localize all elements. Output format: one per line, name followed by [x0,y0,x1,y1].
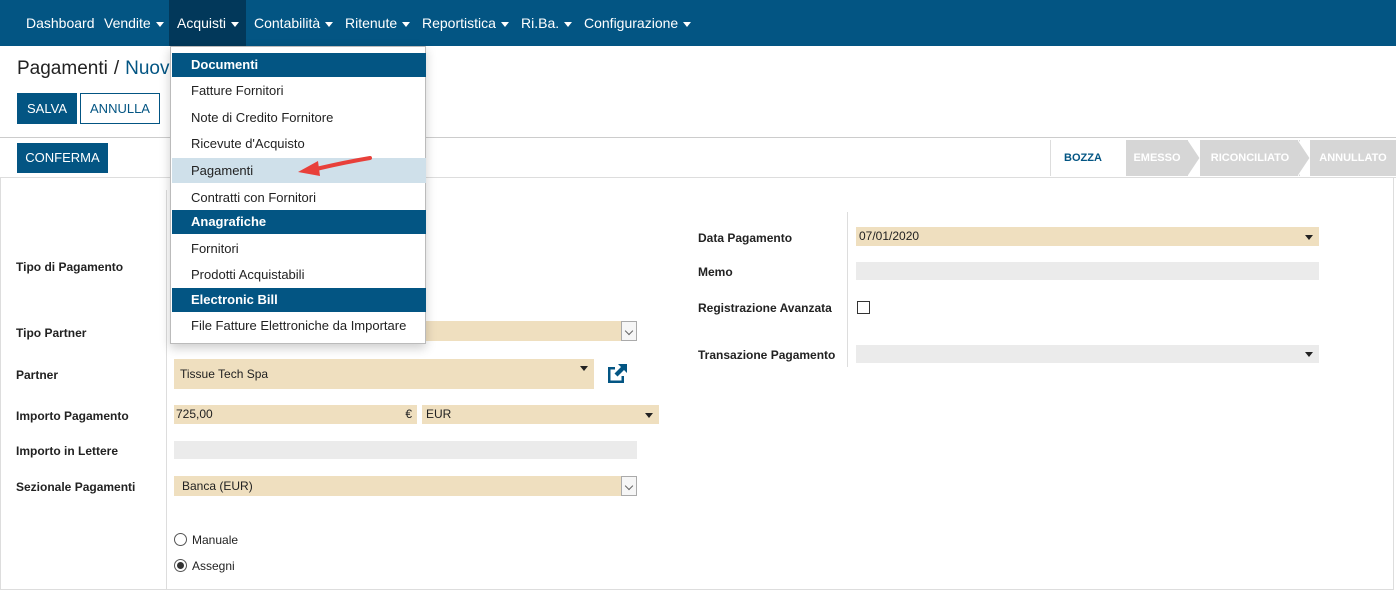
nav-acquisti[interactable]: Acquisti [169,0,246,46]
nav-label: Vendite [104,15,151,31]
memo-field[interactable] [856,262,1319,280]
nav-label: Acquisti [177,15,227,31]
column-divider [166,190,167,590]
status-chevron-icon [1298,140,1310,176]
caret-down-icon [1305,352,1313,357]
menu-item-note-credito[interactable]: Note di Credito Fornitore [172,105,426,130]
nav-label: Dashboard [26,15,95,31]
status-reconciled: RICONCILIATO [1200,140,1300,176]
menu-section-electronic-bill: Electronic Bill [172,288,426,312]
data-pagamento-field[interactable]: 07/01/2020 [856,227,1319,246]
tipo-partner-label: Tipo Partner [16,326,87,340]
partner-label: Partner [16,368,59,382]
status-issued: EMESSO [1126,140,1188,176]
discard-button[interactable]: ANNULLA [80,93,160,124]
nav-contabilita[interactable]: Contabilità [254,0,334,46]
status-chevron-icon [1188,140,1200,176]
menu-item-fornitori[interactable]: Fornitori [172,236,426,261]
euro-symbol: € [405,407,412,421]
breadcrumb: Pagamenti / Nuovo [17,58,180,80]
menu-item-fatture-fornitori[interactable]: Fatture Fornitori [172,78,426,103]
column-divider [847,212,848,367]
caret-down-icon [564,21,573,27]
nav-label: Reportistica [422,15,496,31]
nav-ritenute[interactable]: Ritenute [345,0,411,46]
nav-label: Configurazione [584,15,679,31]
menu-item-contratti[interactable]: Contratti con Fornitori [172,185,426,210]
caret-down-icon [645,412,653,418]
external-link-icon[interactable] [605,363,628,384]
transazione-select[interactable] [856,345,1319,363]
nav-label: Ritenute [345,15,398,31]
save-button[interactable]: SALVA [17,93,77,124]
nav-label: Contabilità [254,15,321,31]
caret-down-icon [231,21,240,27]
registrazione-checkbox[interactable] [857,301,870,314]
menu-section-documenti: Documenti [172,53,426,77]
select-chevron-icon [621,476,637,496]
radio-assegni-label: Assegni [192,559,235,573]
confirm-button[interactable]: CONFERMA [17,143,108,173]
caret-down-icon [155,21,164,27]
status-cancelled: ANNULLATO [1310,140,1396,176]
sezionale-select[interactable]: Banca (EUR) [174,476,637,496]
registrazione-label: Registrazione Avanzata [698,301,832,315]
caret-down-icon [500,21,509,27]
caret-down-icon [1305,234,1313,240]
sezionale-label: Sezionale Pagamenti [16,480,136,494]
partner-value: Tissue Tech Spa [180,367,269,381]
data-pagamento-label: Data Pagamento [698,231,793,245]
importo-value: 725,00 [176,407,213,421]
transazione-label: Transazione Pagamento [698,348,836,362]
currency-value: EUR [426,407,452,421]
breadcrumb-separator: / [113,58,120,79]
select-chevron-icon [621,321,637,341]
menu-item-file-fatture[interactable]: File Fatture Elettroniche da Importare [172,313,426,338]
caret-down-icon [683,21,692,27]
acquisti-dropdown-menu: Documenti Fatture Fornitori Note di Cred… [170,46,426,344]
caret-down-icon [325,21,334,27]
breadcrumb-parent[interactable]: Pagamenti [17,58,108,79]
data-pagamento-value: 07/01/2020 [859,229,920,243]
importo-field[interactable]: 725,00 € [174,405,417,424]
radio-manuale-label: Manuale [192,533,239,547]
caret-down-icon [580,366,588,371]
nav-reportistica[interactable]: Reportistica [422,0,509,46]
status-draft: BOZZA [1051,140,1115,176]
nav-vendite[interactable]: Vendite [104,0,164,46]
nav-configurazione[interactable]: Configurazione [584,0,692,46]
importo-lettere-label: Importo in Lettere [16,444,119,458]
nav-label: Ri.Ba. [521,15,560,31]
tipo-pagamento-label: Tipo di Pagamento [16,260,124,274]
top-navbar: Dashboard Vendite Acquisti Contabilità R… [0,0,1396,46]
memo-label: Memo [698,265,733,279]
menu-item-prodotti[interactable]: Prodotti Acquistabili [172,262,426,287]
currency-select[interactable]: EUR [422,405,659,424]
sezionale-value: Banca (EUR) [182,479,253,493]
caret-down-icon [402,21,411,27]
menu-section-anagrafiche: Anagrafiche [172,210,426,234]
nav-dashboard[interactable]: Dashboard [26,0,95,46]
status-chevron-icon [1114,140,1126,176]
importo-lettere-field[interactable] [174,441,637,459]
annotation-arrow-icon [298,156,372,176]
nav-riba[interactable]: Ri.Ba. [521,0,573,46]
importo-label: Importo Pagamento [16,409,129,423]
partner-field[interactable]: Tissue Tech Spa [174,359,594,389]
